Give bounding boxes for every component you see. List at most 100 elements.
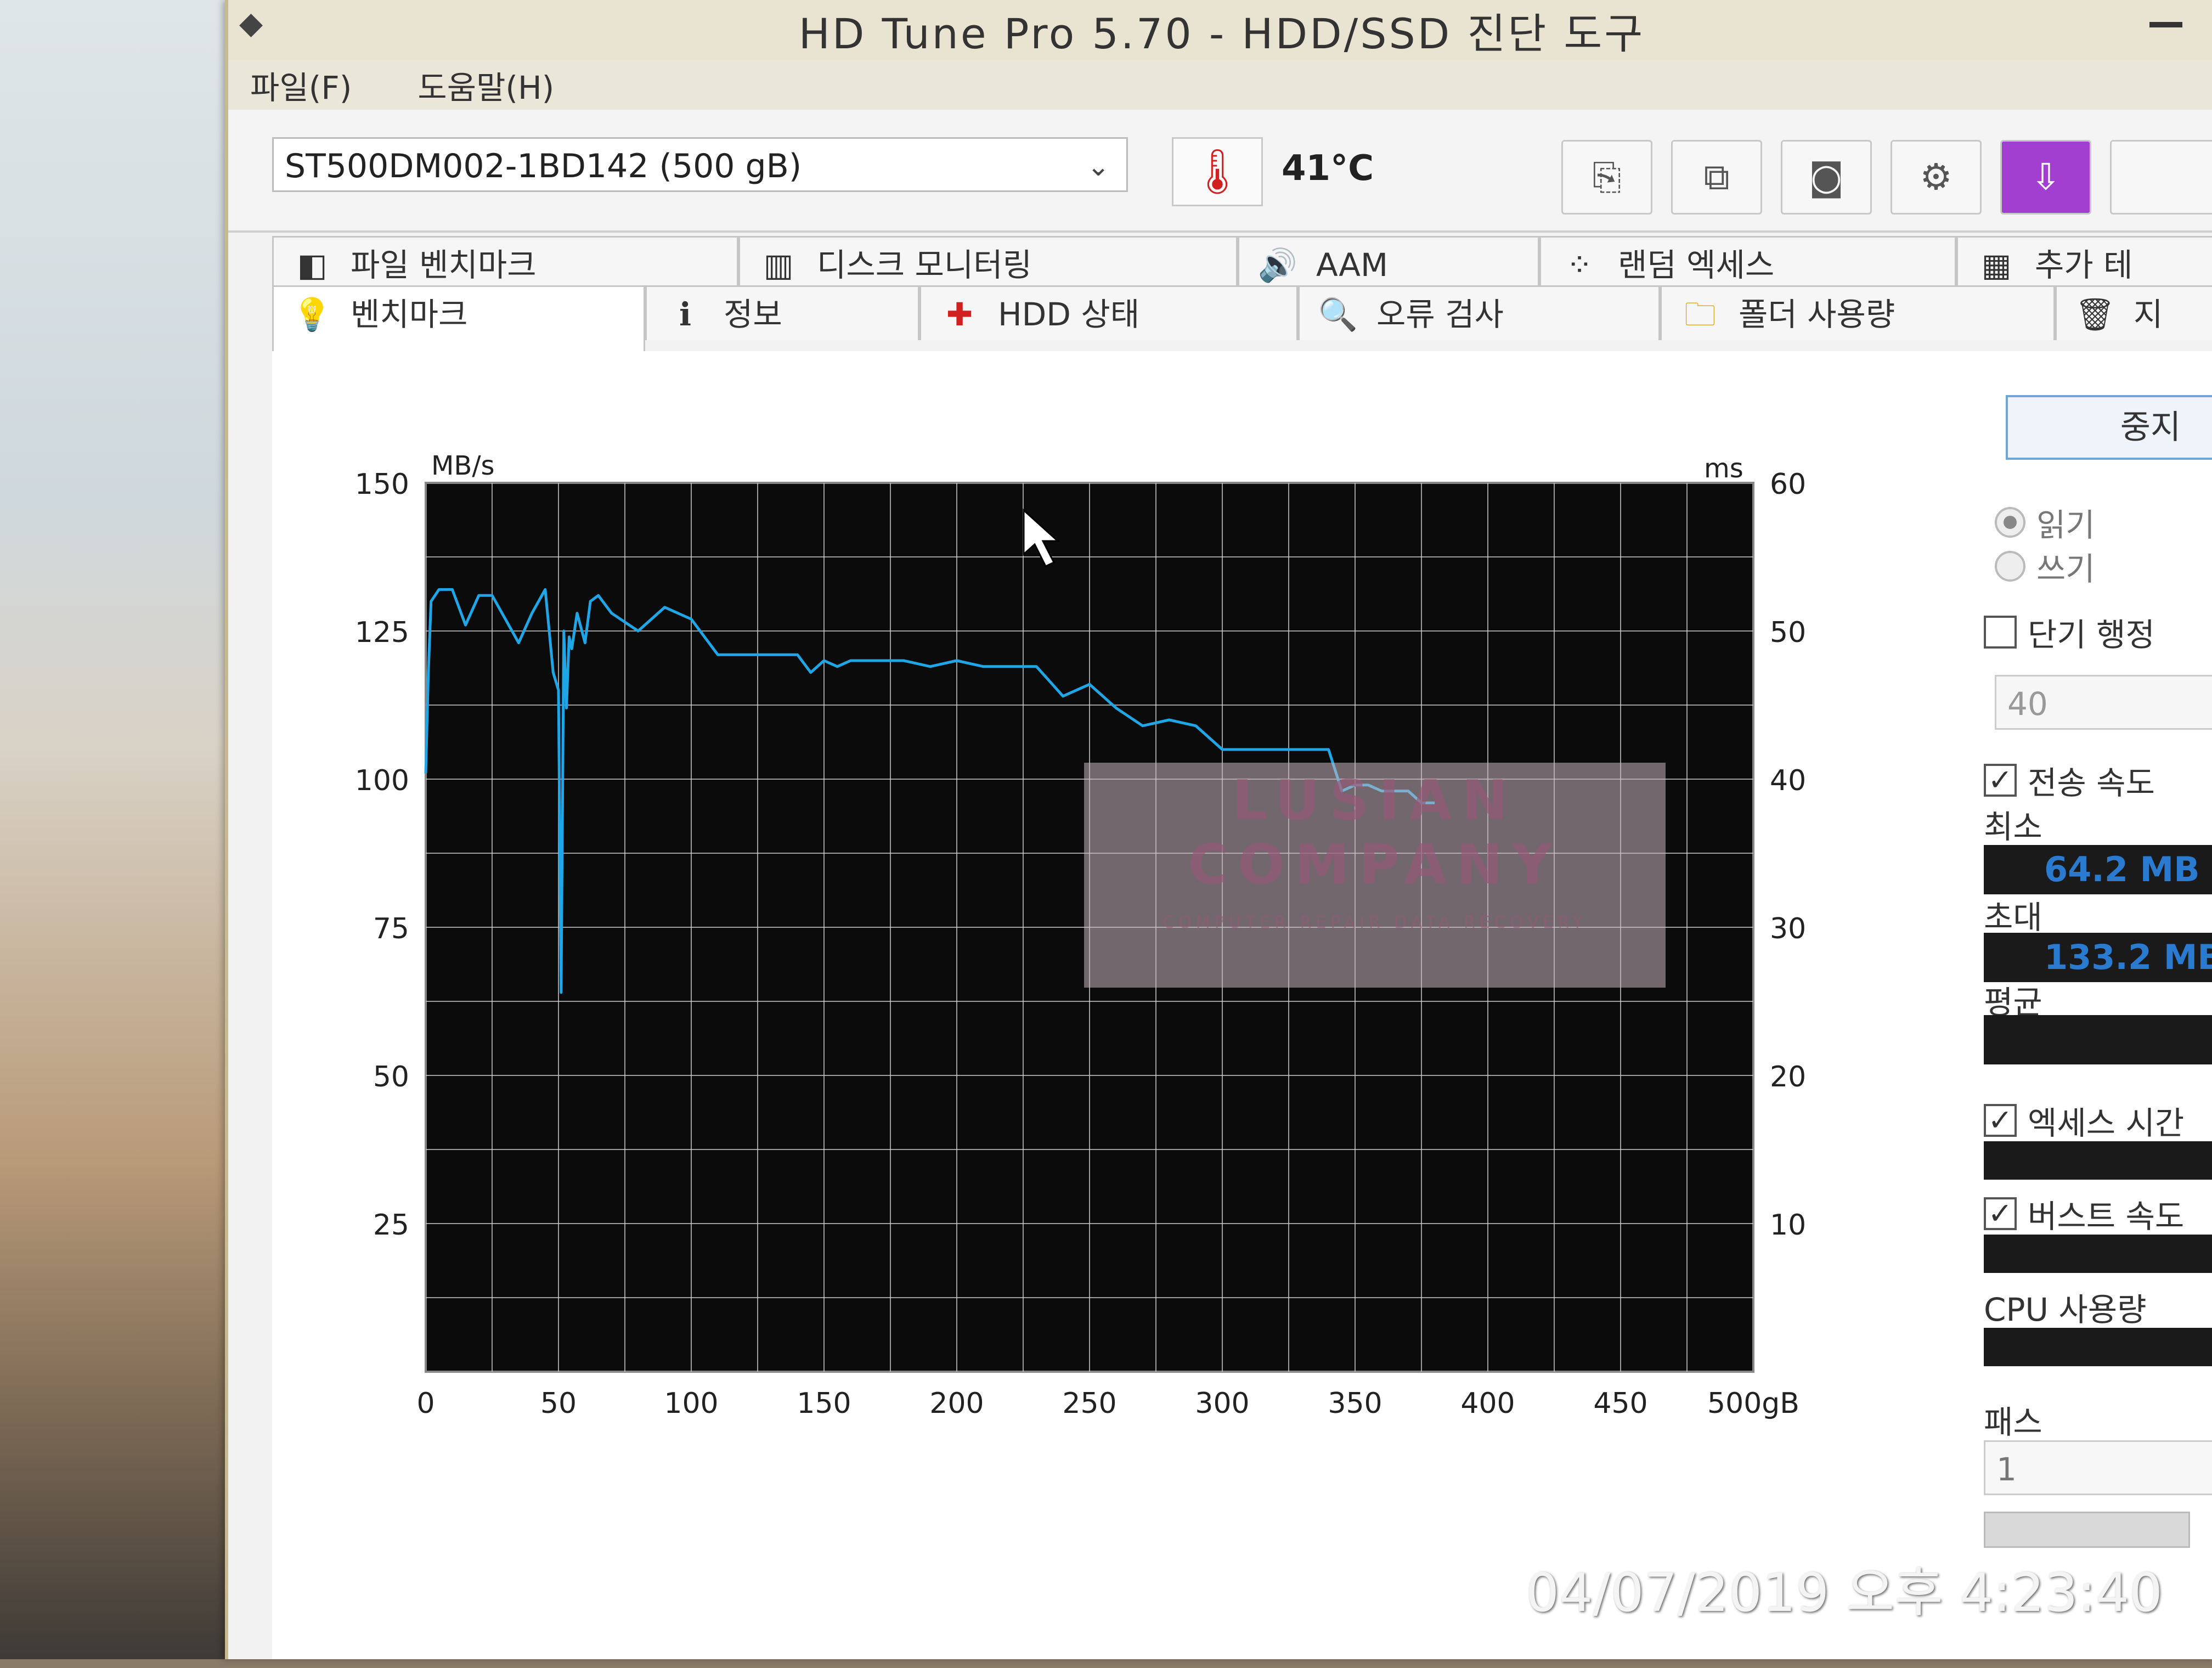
screenshot-button[interactable]: ◙ [1781,140,1872,215]
x-tick-label: 150 [797,1387,851,1420]
chevron-down-icon: ⌄ [1087,150,1110,182]
access-time-label: 엑세스 시간 [2028,1105,2185,1142]
short-stroke-input[interactable]: 40 [1995,675,2212,730]
window-title: HD Tune Pro 5.70 - HDD/SSD 진단 도구 [798,9,1645,58]
read-label: 읽기 [2036,506,2095,544]
y-left-tick-label: 25 [373,1209,409,1242]
min-readout: 64.2 MB [1984,845,2212,894]
options-button[interactable]: ⚙ [1891,140,1982,215]
burst-rate-label: 버스트 속도 [2028,1198,2185,1235]
burst-rate-checkbox[interactable]: ✓ [1984,1197,2017,1230]
file-benchmark-icon: ◧ [297,246,328,284]
scatter-icon: ⁘ [1566,246,1593,284]
speaker-icon: 🔊 [1257,246,1298,284]
save-button[interactable]: ⇩ [2000,140,2091,215]
short-stroke-checkbox[interactable] [1984,616,2017,649]
tab-hdd-health[interactable]: ✚ HDD 상태 [919,285,1298,340]
cpu-label: CPU 사용량 [1984,1291,2147,1328]
x-tick-label: 350 [1328,1387,1382,1420]
access-time-checkbox[interactable]: ✓ [1984,1104,2017,1137]
tab-disk-monitor[interactable]: ▥ 디스크 모니터링 [738,236,1238,291]
desktop-background [0,0,230,1659]
min-label: 최소 [1984,808,2042,846]
max-label: 초대 [1984,899,2042,936]
copy-all-button[interactable]: ⧉ [1671,140,1762,215]
hdtune-window: ◆ HD Tune Pro 5.70 - HDD/SSD 진단 도구 파일(F)… [225,0,2212,1659]
exit-button[interactable] [2110,140,2212,215]
y-right-tick-label: 30 [1770,912,1806,945]
x-tick-label: 50 [540,1387,577,1420]
folder-icon: 🗀 [1684,296,1716,333]
minimize-button[interactable] [2149,22,2182,27]
transfer-rate-row[interactable]: ✓ 전송 속도 [1984,757,2155,803]
toolbar: ST500DM002-1BD142 (500 gB) ⌄ 🌡 41°C ⎘ ⧉ … [228,110,2212,233]
tab-label: 파일 벤치마크 [351,246,537,284]
download-arrow-icon: ⇩ [2030,156,2061,198]
tab-aam[interactable]: 🔊 AAM [1238,236,1539,291]
copy-all-icon: ⧉ [1703,156,1730,198]
read-radio[interactable] [1995,507,2025,538]
y-left-tick-label: 125 [355,616,409,649]
extra-tests-icon: ▦ [1981,246,2012,284]
thermometer-icon: 🌡 [1172,137,1263,206]
watermark: LUSIAN COMPANY COMPUTER REPAIR DATA RECO… [1084,763,1666,988]
y-left-tick-label: 50 [373,1061,409,1094]
write-label: 쓰기 [2036,550,2095,588]
y-left-tick-label: 100 [355,764,409,797]
benchmark-chart: 150 125 100 75 50 25 60 50 40 30 20 10 0 50 100 150 200 2… [316,406,1819,1449]
menu-file[interactable]: 파일(F) [250,62,352,108]
pass-input[interactable]: 1 [1984,1440,2212,1495]
camera-icon: ◙ [1808,156,1844,198]
access-time-readout [1984,1141,2212,1180]
trash-icon: 🗑 [2075,296,2115,333]
tab-folder-usage[interactable]: 🗀 폴더 사용량 [1660,285,2055,340]
tab-file-benchmark[interactable]: ◧ 파일 벤치마크 [272,236,738,291]
avg-readout [1984,1015,2212,1064]
magnifier-icon: 🔍 [1318,296,1358,333]
benchmark-side-panel: 중지 읽기 쓰기 단기 행정 40 ✓ 전송 속도 최소 64.2 MB 초대 … [1962,351,2212,1668]
menu-help[interactable]: 도움말(H) [417,62,554,108]
temperature-value: 41°C [1282,148,1374,189]
tab-label: HDD 상태 [998,296,1140,333]
copy-icon: ⎘ [1592,156,1622,198]
stop-button[interactable]: 중지 [2006,395,2212,460]
tab-erase[interactable]: 🗑 지 [2055,285,2212,340]
lightbulb-icon: 💡 [292,296,332,333]
y-right-tick-label: 40 [1770,764,1806,797]
tab-label: 벤치마크 [351,296,468,333]
y-right-unit: ms [1704,453,1743,484]
access-time-row[interactable]: ✓ 엑세스 시간 [1984,1097,2184,1143]
watermark-line-1: LUSIAN [1232,768,1517,832]
app-icon: ◆ [239,5,263,41]
watermark-line-3: COMPUTER REPAIR DATA RECOVERY [1163,913,1587,932]
burst-rate-readout [1984,1235,2212,1273]
write-radio-row[interactable]: 쓰기 [1995,543,2095,589]
tab-info[interactable]: ℹ 정보 [645,285,919,340]
drive-select[interactable]: ST500DM002-1BD142 (500 gB) ⌄ [272,137,1128,192]
tab-benchmark[interactable]: 💡 벤치마크 [272,285,645,351]
x-tick-label: 300 [1195,1387,1249,1420]
tab-error-scan[interactable]: 🔍 오류 검사 [1298,285,1660,340]
menu-bar: 파일(F) 도움말(H) [228,60,2212,110]
info-icon: ℹ [679,296,692,333]
transfer-rate-checkbox[interactable]: ✓ [1984,764,2017,797]
tab-extra-tests[interactable]: ▦ 추가 테 [1956,236,2212,291]
short-stroke-row[interactable]: 단기 행정 [1984,609,2155,655]
short-stroke-label: 단기 행정 [2028,616,2155,653]
read-radio-row[interactable]: 읽기 [1995,499,2095,545]
x-tick-label: 100 [664,1387,718,1420]
tab-row-2: 💡 벤치마크 ℹ 정보 ✚ HDD 상태 🔍 오류 검사 🗀 폴더 사용량 🗑 지 [272,285,2212,351]
drive-select-value: ST500DM002-1BD142 (500 gB) [285,147,802,185]
cpu-readout [1984,1328,2212,1366]
max-readout: 133.2 MB [1984,933,2212,982]
tab-row-1: ◧ 파일 벤치마크 ▥ 디스크 모니터링 🔊 AAM ⁘ 랜덤 엑세스 ▦ 추가 테 [272,236,2212,291]
tab-random-access[interactable]: ⁘ 랜덤 엑세스 [1539,236,1956,291]
x-tick-label: 450 [1593,1387,1647,1420]
pass-label: 패스 [1984,1404,2042,1441]
title-bar: ◆ HD Tune Pro 5.70 - HDD/SSD 진단 도구 [228,0,2212,60]
tab-label: 지 [2134,296,2163,333]
copy-info-button[interactable]: ⎘ [1561,140,1652,215]
write-radio[interactable] [1995,551,2025,582]
burst-rate-row[interactable]: ✓ 버스트 속도 [1984,1191,2184,1237]
y-left-tick-label: 150 [355,468,409,501]
